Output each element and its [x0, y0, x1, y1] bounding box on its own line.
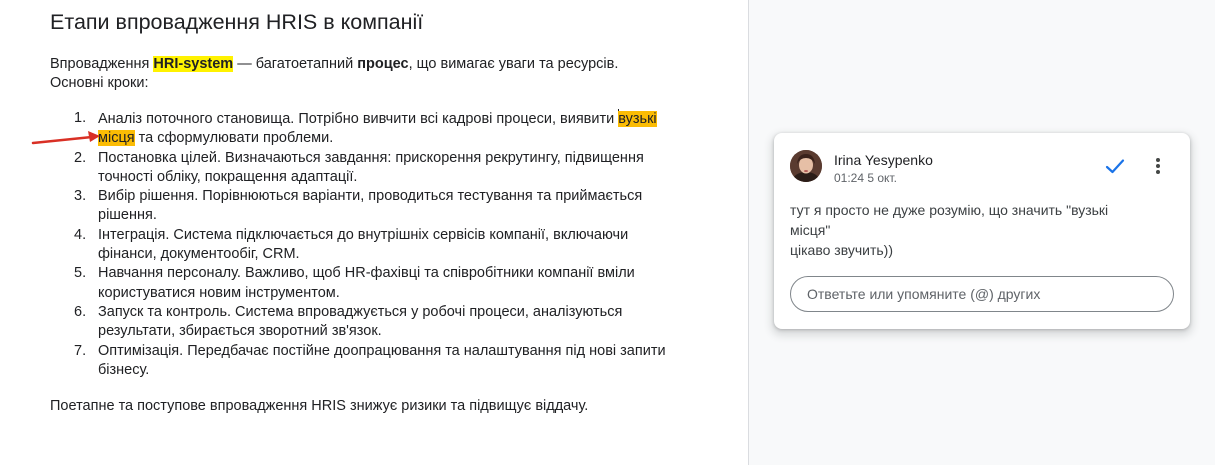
- document-title: Етапи впровадження HRIS в компанії: [50, 10, 424, 34]
- list-item-text: Вибір рішення. Порівнюються варіанти, пр…: [98, 188, 643, 224]
- list-number: 6.: [74, 303, 87, 320]
- list-item: 5. Навчання персоналу. Важливо, щоб HR-ф…: [50, 264, 670, 303]
- list-number: 2.: [74, 149, 87, 166]
- list-number: 1.: [74, 110, 87, 126]
- list-item: 7. Оптимізація. Передбачає постійне дооп…: [50, 342, 670, 381]
- comment-card[interactable]: Irina Yesypenko 01:24 5 окт. тут я прост…: [774, 133, 1190, 329]
- list-item: 3. Вибір рішення. Порівнюються варіанти,…: [50, 187, 670, 226]
- list-item: 4. Інтеграція. Система підключається до …: [50, 226, 670, 265]
- list-item-text: Запуск та контроль. Система впроваджуєть…: [98, 303, 623, 340]
- reply-input[interactable]: [790, 276, 1174, 312]
- closing-paragraph: Поетапне та поступове впровадження HRIS …: [50, 398, 589, 414]
- user-avatar-icon: [790, 150, 822, 182]
- checkmark-icon: [1105, 159, 1125, 174]
- list-item: 6. Запуск та контроль. Система впроваджу…: [50, 303, 670, 342]
- list-item-text-part: Аналіз поточного становища. Потрібно вив…: [98, 111, 619, 127]
- steps-list: 1. Аналіз поточного становища. Потрібно …: [50, 109, 670, 380]
- avatar: [790, 150, 822, 182]
- intro-subheading: Основні кроки:: [50, 75, 149, 91]
- document-page: Етапи впровадження HRIS в компанії Впров…: [0, 0, 748, 465]
- resolve-button[interactable]: [1102, 153, 1128, 179]
- list-item-text: Оптимізація. Передбачає постійне доопрац…: [98, 342, 666, 378]
- list-number: 3.: [74, 188, 87, 205]
- intro-text: — багатоетапний: [233, 56, 358, 72]
- list-number: 4.: [74, 226, 87, 243]
- list-number: 7.: [74, 342, 87, 359]
- comment-line: тут я просто не дуже розумію, що значить…: [790, 202, 1109, 218]
- bold-term: процес: [357, 56, 409, 72]
- comment-line: місця": [790, 222, 831, 238]
- list-item-text: Навчання персоналу. Важливо, щоб HR-фахі…: [98, 265, 635, 301]
- list-item-text-part: та сформулювати проблеми.: [134, 130, 334, 147]
- red-arrow-annotation: [31, 131, 100, 145]
- comment-author: Irina Yesypenko: [834, 152, 933, 168]
- more-vert-icon: [1156, 158, 1160, 174]
- comment-text: тут я просто не дуже розумію, що значить…: [790, 200, 1162, 260]
- list-item-text: Інтеграція. Система підключається до вну…: [98, 226, 629, 263]
- intro-text: Впровадження: [50, 56, 154, 72]
- intro-text: , що вимагає уваги та ресурсів.: [408, 56, 619, 72]
- comment-line: цікаво звучить)): [790, 242, 893, 258]
- list-item: 2. Постановка цілей. Визначаються завдан…: [50, 149, 670, 188]
- highlighted-term: HRI-system: [153, 56, 234, 72]
- more-options-button[interactable]: [1146, 153, 1170, 179]
- list-number: 5.: [74, 265, 87, 282]
- intro-paragraph: Впровадження HRI-system — багатоетапний …: [50, 55, 680, 93]
- list-item-text: Аналіз поточного становища. Потрібно вив…: [98, 109, 670, 149]
- list-item: 1. Аналіз поточного становища. Потрібно …: [50, 109, 670, 149]
- comment-timestamp: 01:24 5 окт.: [834, 171, 897, 185]
- list-item-text: Постановка цілей. Визначаються завдання:…: [98, 149, 644, 185]
